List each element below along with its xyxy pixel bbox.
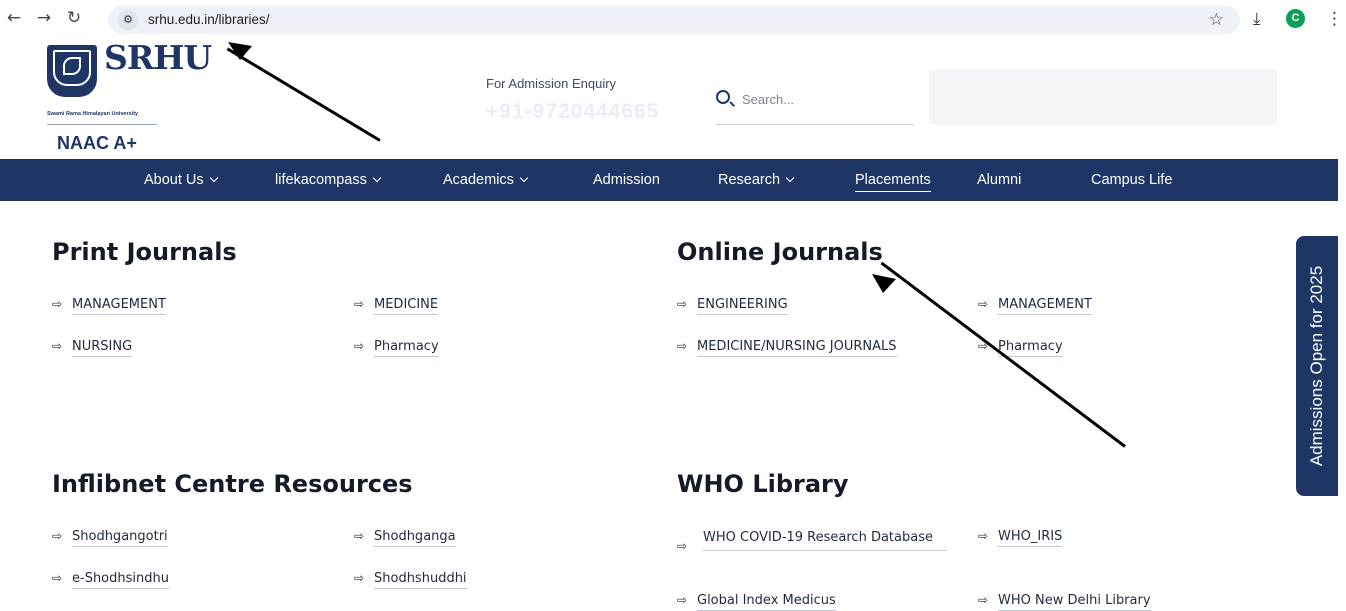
print-link-management[interactable]: ⇨ MANAGEMENT [52,297,166,315]
right-arrow-icon: ⇨ [354,339,365,353]
right-arrow-icon: ⇨ [354,297,365,311]
chevron-down-icon [372,173,382,183]
profile-avatar[interactable]: C [1286,9,1305,28]
download-icon[interactable]: ⤓ [1253,9,1261,29]
chevron-down-icon [519,173,529,183]
nav-campus-life[interactable]: Campus Life [1091,159,1172,201]
back-arrow-icon[interactable]: ← [4,8,24,28]
online-journals-heading: Online Journals [677,238,883,266]
right-arrow-icon: ⇨ [978,593,989,607]
print-link-nursing[interactable]: ⇨ NURSING [52,339,133,357]
right-arrow-icon: ⇨ [354,571,365,585]
right-arrow-icon: ⇨ [677,297,688,311]
forward-arrow-icon[interactable]: → [34,8,54,28]
search-icon[interactable] [716,90,730,104]
logo-divider [47,124,157,125]
chevron-down-icon [785,173,795,183]
right-arrow-icon: ⇨ [52,529,63,543]
right-arrow-icon: ⇨ [978,297,989,311]
university-crest-logo[interactable] [47,45,97,97]
print-link-medicine[interactable]: ⇨ MEDICINE [354,297,439,315]
nav-placements[interactable]: Placements [855,159,931,201]
nav-research[interactable]: Research [718,159,795,201]
who-library-heading: WHO Library [677,470,849,498]
annotation-arrow-to-online-journals [880,261,1126,448]
right-arrow-icon: ⇨ [978,529,989,543]
right-arrow-icon: ⇨ [677,339,688,353]
url-text[interactable]: srhu.edu.in/libraries/ [148,12,270,27]
site-info-icon[interactable]: ⚙ [118,10,138,30]
who-link-iris[interactable]: ⇨ WHO_IRIS [978,529,1063,547]
nav-academics[interactable]: Academics [443,159,529,201]
right-arrow-icon: ⇨ [52,571,63,585]
online-link-medicine-nursing[interactable]: ⇨ MEDICINE/NURSING JOURNALS [677,339,897,357]
reload-icon[interactable]: ↻ [64,8,84,28]
address-bar[interactable]: ⚙ srhu.edu.in/libraries/ ☆ [108,6,1240,34]
who-link-covid-database[interactable]: ⇨ WHO COVID-19 Research Database [677,529,951,571]
online-link-management[interactable]: ⇨ MANAGEMENT [978,297,1092,315]
right-arrow-icon: ⇨ [677,593,688,607]
university-logo-tagline: Swami Rama Himalayan University [47,111,139,117]
inflibnet-link-shodhgangotri[interactable]: ⇨ Shodhgangotri [52,529,168,547]
admission-enquiry-phone[interactable]: +91-9720444665 [486,100,659,124]
bookmark-star-icon[interactable]: ☆ [1209,10,1224,30]
inflibnet-link-shodhshuddhi[interactable]: ⇨ Shodhshuddhi [354,571,467,589]
main-navigation: About Us lifekacompass Academics Admissi… [0,159,1338,201]
university-logo-text[interactable]: SRHU [104,41,212,74]
online-link-engineering[interactable]: ⇨ ENGINEERING [677,297,788,315]
right-arrow-icon: ⇨ [52,339,63,353]
annotation-arrowhead-online [872,274,896,293]
print-journals-heading: Print Journals [52,238,237,266]
nav-about-us[interactable]: About Us [144,159,218,201]
browser-menu-icon[interactable]: ⋮ [1326,9,1343,29]
nav-lifekacompass[interactable]: lifekacompass [275,159,382,201]
nav-admission[interactable]: Admission [593,159,660,201]
header-banner-area [929,69,1277,125]
inflibnet-link-e-shodhsindhu[interactable]: ⇨ e-Shodhsindhu [52,571,169,589]
annotation-arrowhead-url [228,42,252,60]
right-arrow-icon: ⇨ [677,539,688,553]
inflibnet-heading: Inflibnet Centre Resources [52,470,413,498]
naac-accreditation-badge: NAAC A+ [57,133,137,153]
admission-enquiry-label: For Admission Enquiry [486,76,617,91]
print-link-pharmacy[interactable]: ⇨ Pharmacy [354,339,439,357]
right-arrow-icon: ⇨ [354,529,365,543]
who-link-new-delhi-library[interactable]: ⇨ WHO New Delhi Library [978,593,1151,611]
inflibnet-link-shodhganga[interactable]: ⇨ Shodhganga [354,529,456,547]
site-search [716,88,914,125]
chevron-down-icon [209,173,218,183]
search-input[interactable] [742,88,912,110]
browser-toolbar: ← → ↻ ⚙ srhu.edu.in/libraries/ ☆ ⤓ C ⋮ [0,0,1346,40]
who-link-global-index-medicus[interactable]: ⇨ Global Index Medicus [677,593,836,611]
right-arrow-icon: ⇨ [52,297,63,311]
admissions-open-side-tab[interactable]: Admissions Open for 2025 [1296,236,1338,496]
nav-alumni[interactable]: Alumni [977,159,1021,201]
